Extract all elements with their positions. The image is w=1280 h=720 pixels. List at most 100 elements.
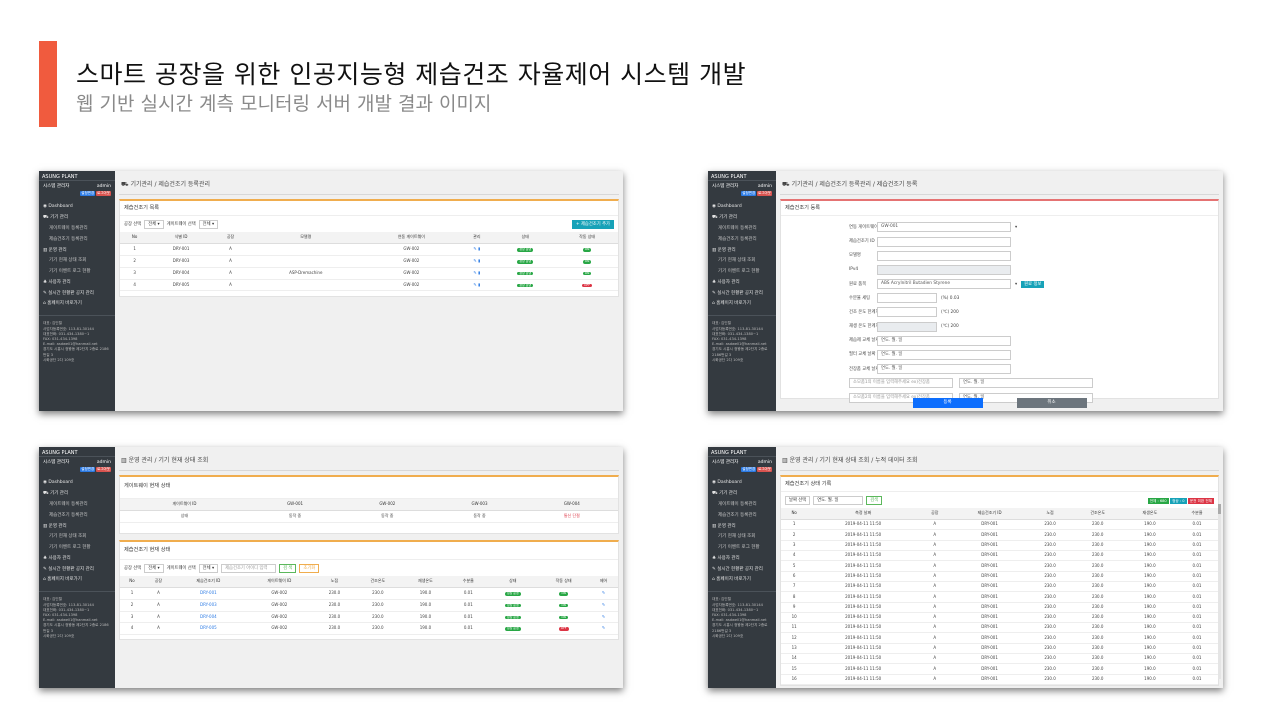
logout-badge[interactable]: 로그아웃 [757, 191, 772, 196]
field-input[interactable] [877, 307, 937, 318]
plant-select[interactable]: 전체 ▾ [144, 564, 164, 574]
sidebar-item-8[interactable]: ✎ 실시간 현황판 공지 관리 [708, 564, 776, 575]
gateway-select[interactable]: 전체 ▾ [198, 564, 219, 574]
sidebar-item-0[interactable]: ◉ Dashboard [708, 202, 776, 213]
sidebar-item-2[interactable]: 게이트웨이 등록관리 [39, 223, 115, 234]
operation-badge: ON [582, 270, 592, 276]
field-input[interactable] [877, 264, 1011, 275]
sidebar-item-4[interactable]: ▥ 운영 관리 [39, 245, 115, 256]
field-input[interactable] [877, 236, 1011, 247]
sidebar-item-1[interactable]: ⛟ 기기 관리 [39, 489, 115, 500]
settings-badge[interactable]: 설정변경 [80, 191, 96, 196]
sidebar-item-9[interactable]: ⌂ 홈페이지 바로가기 [39, 299, 115, 310]
date-input[interactable]: 연도. 월. 일 [959, 378, 1093, 389]
field-input[interactable]: 연도. 월. 일 [877, 350, 1011, 361]
main-content: ▥ 운영 관리 / 기기 현재 상태 조회 게이트웨이 현재 상태 게이트웨이 … [115, 447, 623, 688]
dryer-id-link[interactable]: DRY-001 [172, 587, 244, 600]
sidebar-item-3[interactable]: 제습건조기 등록관리 [708, 510, 776, 521]
delete-icon[interactable]: ▮ [478, 246, 480, 251]
sidebar-item-4[interactable]: ▥ 운영 관리 [708, 245, 776, 256]
delete-icon[interactable]: ▮ [478, 258, 480, 263]
reset-button[interactable]: 초기화 [299, 564, 320, 574]
operation-badge: OFF [558, 626, 569, 631]
dryer-id-link[interactable]: DRY-004 [172, 611, 244, 624]
sidebar-item-4[interactable]: ▥ 운영 관리 [39, 521, 115, 532]
date-input[interactable]: 연도. 월. 일 [813, 496, 864, 506]
sidebar-item-4[interactable]: ▥ 운영 관리 [708, 521, 776, 532]
sidebar-item-9[interactable]: ⌂ 홈페이지 바로가기 [708, 299, 776, 310]
sidebar-item-5[interactable]: 기기 현재 상태 조회 [39, 532, 115, 543]
search-button[interactable]: 검 색 [279, 564, 297, 574]
sidebar-item-3[interactable]: 제습건조기 등록관리 [39, 234, 115, 245]
sidebar-item-2[interactable]: 게이트웨이 등록관리 [708, 499, 776, 510]
control-icon[interactable]: ✎ [602, 614, 605, 619]
sidebar-brand: ASUNG PLANT [708, 171, 776, 181]
cell-dewpoint: 230.0 [314, 599, 355, 612]
sidebar-item-8[interactable]: ✎ 실시간 현황판 공지 관리 [39, 288, 115, 299]
sidebar-item-7[interactable]: ♣ 사용자 관리 [708, 553, 776, 564]
sidebar-item-6[interactable]: 기기 이벤트 로그 현황 [708, 542, 776, 553]
field-input[interactable]: 연도. 월. 일 [877, 364, 1011, 375]
delete-icon[interactable]: ▮ [478, 270, 480, 275]
sidebar-item-0[interactable]: ◉ Dashboard [39, 478, 115, 489]
settings-badge[interactable]: 설정변경 [741, 191, 757, 196]
field-input[interactable]: ABS Acrylnitril Butadien Styrene [877, 279, 1011, 290]
add-dryer-button[interactable]: + 제습건조기 추가 [571, 220, 614, 230]
logout-badge[interactable]: 로그아웃 [96, 191, 111, 196]
sidebar-item-0[interactable]: ◉ Dashboard [708, 478, 776, 489]
dryer-id-link[interactable]: DRY-005 [172, 622, 244, 636]
sidebar-item-7[interactable]: ♣ 사용자 관리 [39, 553, 115, 564]
custom-item-name-input[interactable]: 소모품1의 이름을 입력해주세요 ex)전장품 [849, 378, 953, 389]
sidebar-item-7[interactable]: ♣ 사용자 관리 [708, 277, 776, 288]
sidebar-item-1[interactable]: ⛟ 기기 관리 [708, 489, 776, 500]
breadcrumb: ⛟ 기기관리 / 제습건조기 등록관리 / 제습건조기 등록 [780, 171, 1219, 195]
dryer-id-search-input[interactable]: 제습건조기 아이디 입력 [221, 564, 277, 574]
field-input[interactable] [877, 250, 1011, 261]
user-box: 시스템 관리자 admin [39, 181, 115, 191]
material-info-button[interactable]: 원료 정보 [1021, 280, 1045, 288]
sidebar-item-5[interactable]: 기기 현재 상태 조회 [708, 532, 776, 543]
delete-icon[interactable]: ▮ [478, 282, 480, 287]
control-icon[interactable]: ✎ [602, 602, 605, 607]
sidebar-item-1[interactable]: ⛟ 기기 관리 [39, 213, 115, 224]
sidebar-item-9[interactable]: ⌂ 홈페이지 바로가기 [708, 575, 776, 586]
sidebar-item-0[interactable]: ◉ Dashboard [39, 202, 115, 213]
sidebar-item-2[interactable]: 게이트웨이 등록관리 [708, 223, 776, 234]
logout-badge[interactable]: 로그아웃 [757, 467, 772, 472]
sidebar-item-7[interactable]: ♣ 사용자 관리 [39, 277, 115, 288]
dryer-id-link[interactable]: DRY-003 [172, 599, 244, 612]
total-count-tag[interactable]: 전체 : 680 [1147, 497, 1169, 504]
sidebar-item-1[interactable]: ⛟ 기기 관리 [708, 213, 776, 224]
scrollbar[interactable] [1218, 504, 1221, 679]
sidebar-item-8[interactable]: ✎ 실시간 현황판 공지 관리 [708, 288, 776, 299]
settings-badge[interactable]: 설정변경 [741, 467, 757, 472]
search-button[interactable]: 검색 [866, 496, 883, 506]
sidebar-item-6[interactable]: 기기 이벤트 로그 현황 [39, 266, 115, 277]
error-count-tag[interactable]: 운전 미완 전체 [1187, 497, 1214, 504]
sidebar-item-6[interactable]: 기기 이벤트 로그 현황 [708, 266, 776, 277]
field-input[interactable] [877, 321, 937, 332]
control-icon[interactable]: ✎ [602, 590, 605, 595]
sidebar-item-2[interactable]: 게이트웨이 등록관리 [39, 499, 115, 510]
normal-count-tag[interactable]: 정상 : 0 [1170, 497, 1187, 504]
cell-no: 1 [120, 243, 150, 256]
sidebar-item-9[interactable]: ⌂ 홈페이지 바로가기 [39, 575, 115, 586]
gateway-select[interactable]: 전체 ▾ [198, 220, 219, 230]
cancel-button[interactable]: 취소 [1016, 398, 1087, 408]
plant-select[interactable]: 전체 ▾ [144, 220, 164, 230]
sidebar-item-3[interactable]: 제습건조기 등록관리 [39, 510, 115, 521]
field-input[interactable] [877, 293, 937, 304]
sidebar-item-5[interactable]: 기기 현재 상태 조회 [39, 256, 115, 267]
sidebar-item-3[interactable]: 제습건조기 등록관리 [708, 234, 776, 245]
save-button[interactable]: 등록 [912, 398, 983, 408]
cell-op: OFF [556, 279, 618, 292]
control-icon[interactable]: ✎ [602, 625, 605, 631]
sidebar-item-6[interactable]: 기기 이벤트 로그 현황 [39, 542, 115, 553]
sidebar-item-8[interactable]: ✎ 실시간 현황판 공지 관리 [39, 564, 115, 575]
logout-badge[interactable]: 로그아웃 [96, 467, 111, 472]
field-input[interactable]: 연도. 월. 일 [877, 335, 1011, 346]
settings-badge[interactable]: 설정변경 [80, 467, 96, 472]
table-cell: A [918, 612, 951, 624]
sidebar-item-5[interactable]: 기기 현재 상태 조회 [708, 256, 776, 267]
field-input[interactable]: GW-001 [877, 222, 1011, 233]
